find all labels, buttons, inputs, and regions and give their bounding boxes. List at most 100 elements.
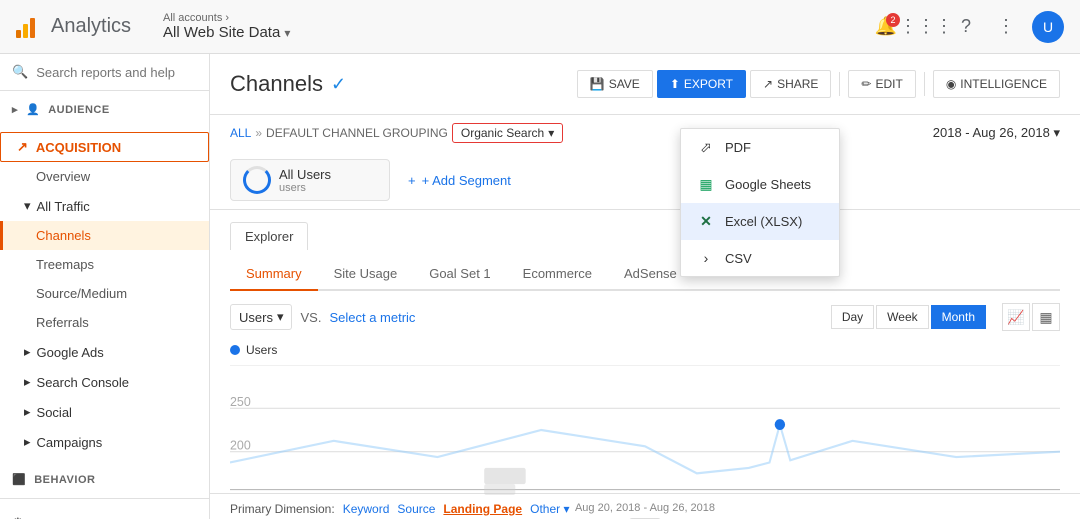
- edit-button[interactable]: ✏ EDIT: [848, 70, 915, 98]
- toolbar-buttons: 💾 SAVE ⬆ EXPORT ↗ SHARE ✏ EDIT: [577, 70, 1060, 98]
- logo[interactable]: [16, 16, 35, 38]
- sidebar-item-search-console[interactable]: ▸ Search Console: [0, 367, 209, 397]
- time-btn-day[interactable]: Day: [831, 305, 874, 329]
- time-buttons: Day Week Month: [831, 305, 986, 329]
- help-button[interactable]: ?: [948, 9, 984, 45]
- breadcrumb-sep-1: »: [255, 126, 262, 140]
- bar-chart-button[interactable]: ▦: [1032, 303, 1060, 331]
- segments-bar: All Users users + + Add Segment: [210, 151, 1080, 210]
- apps-button[interactable]: ⋮⋮⋮: [908, 9, 944, 45]
- edit-icon: ✏: [861, 77, 871, 91]
- account-dropdown-icon: ▾: [284, 26, 290, 40]
- sidebar-item-google-ads[interactable]: ▸ Google Ads: [0, 337, 209, 367]
- chevron-right-icon-sc: ▸: [24, 374, 31, 390]
- breadcrumb-all[interactable]: ALL: [230, 126, 251, 140]
- svg-text:250: 250: [230, 394, 251, 409]
- share-button[interactable]: ↗ SHARE: [750, 70, 831, 98]
- segment-users: users: [279, 182, 331, 194]
- intelligence-button[interactable]: ◉ INTELLIGENCE: [933, 70, 1060, 98]
- audience-icon: 👤: [26, 103, 40, 116]
- chart-svg: 250 200: [230, 365, 1060, 495]
- sidebar-item-audience[interactable]: ▸ 👤 AUDIENCE: [0, 95, 209, 124]
- tab-site-usage[interactable]: Site Usage: [318, 258, 414, 291]
- export-google-sheets-item[interactable]: ▦ Google Sheets: [681, 166, 839, 203]
- export-pdf-item[interactable]: ⬀ PDF: [681, 129, 839, 166]
- sidebar-item-behavior[interactable]: ⬛ BEHAVIOR: [0, 465, 209, 494]
- sidebar-item-acquisition[interactable]: ↗ ACQUISITION: [0, 132, 209, 162]
- verified-icon: ✓: [331, 74, 346, 95]
- apps-grid-icon: ⋮⋮⋮: [899, 16, 953, 37]
- search-box[interactable]: 🔍: [0, 54, 209, 91]
- sidebar-item-campaigns[interactable]: ▸ Campaigns: [0, 427, 209, 457]
- legend-label: Users: [246, 343, 277, 357]
- select-metric-link[interactable]: Select a metric: [329, 310, 415, 325]
- export-button[interactable]: ⬆ EXPORT: [657, 70, 746, 98]
- toolbar-divider: [839, 72, 840, 96]
- export-dropdown: ⬀ PDF ▦ Google Sheets ✕ Excel (XLSX) › C…: [680, 128, 840, 277]
- help-icon: ?: [961, 16, 971, 37]
- chevron-right-icon-campaigns: ▸: [24, 434, 31, 450]
- save-button[interactable]: 💾 SAVE: [577, 70, 653, 98]
- add-segment-button[interactable]: + + Add Segment: [402, 167, 517, 194]
- sidebar-item-referrals[interactable]: Referrals: [0, 308, 209, 337]
- sidebar-section-audience: ▸ 👤 AUDIENCE: [0, 91, 209, 128]
- chart-area: Users 250 200 Aug 20, 2018 - Aug 26, 201: [210, 343, 1080, 493]
- search-input[interactable]: [36, 65, 210, 80]
- plus-icon: +: [408, 173, 416, 188]
- sidebar-item-source-medium[interactable]: Source/Medium: [0, 279, 209, 308]
- sheets-icon: ▦: [697, 176, 715, 193]
- pdf-icon: ⬀: [697, 139, 715, 156]
- chart-controls: Users ▾ VS. Select a metric Day Week Mon…: [210, 291, 1080, 343]
- sidebar-section-acquisition: ↗ ACQUISITION Overview ▾ All Traffic Cha…: [0, 128, 209, 461]
- tab-ecommerce[interactable]: Ecommerce: [507, 258, 608, 291]
- gear-icon: ⚙: [12, 515, 24, 519]
- date-range[interactable]: 2018 - Aug 26, 2018 ▾: [933, 125, 1060, 141]
- sidebar-item-all-traffic[interactable]: ▾ All Traffic: [0, 191, 209, 221]
- chart-legend: Users: [230, 343, 1060, 357]
- time-btn-month[interactable]: Month: [931, 305, 986, 329]
- chevron-right-icon-ads: ▸: [24, 344, 31, 360]
- breadcrumb-grouping: DEFAULT CHANNEL GROUPING: [266, 126, 448, 140]
- sidebar-item-channels[interactable]: Channels: [0, 221, 209, 250]
- explorer-button[interactable]: Explorer: [230, 222, 308, 250]
- logo-bar-2: [23, 24, 28, 38]
- toolbar-divider-2: [924, 72, 925, 96]
- tab-goal-set-1[interactable]: Goal Set 1: [413, 258, 506, 291]
- content-area: Channels ✓ 💾 SAVE ⬆ EXPORT ↗ SHARE: [210, 54, 1080, 519]
- breadcrumb-current[interactable]: Organic Search ▾: [452, 123, 563, 143]
- metric-selector[interactable]: Users ▾: [230, 304, 292, 330]
- all-users-segment: All Users users: [230, 159, 390, 201]
- line-chart-button[interactable]: 📈: [1002, 303, 1030, 331]
- acquisition-icon: ↗: [17, 139, 28, 155]
- content-header: Channels ✓ 💾 SAVE ⬆ EXPORT ↗ SHARE: [210, 54, 1080, 115]
- logo-bars: [16, 16, 35, 38]
- sidebar-item-treemaps[interactable]: Treemaps: [0, 250, 209, 279]
- account-label: All accounts ›: [163, 12, 290, 24]
- segment-label: All Users: [279, 167, 331, 182]
- chevron-right-icon-social: ▸: [24, 404, 31, 420]
- tab-summary[interactable]: Summary: [230, 258, 318, 291]
- explorer-section: Explorer Summary Site Usage Goal Set 1 E…: [210, 210, 1080, 291]
- more-vert-icon: ⋮: [997, 16, 1015, 37]
- header-icons: 🔔 2 ⋮⋮⋮ ? ⋮ U: [868, 9, 1064, 45]
- export-csv-item[interactable]: › CSV: [681, 240, 839, 276]
- csv-icon: ›: [697, 250, 715, 266]
- sidebar-item-overview[interactable]: Overview: [0, 162, 209, 191]
- sidebar: 🔍 ▸ 👤 AUDIENCE ↗ ACQUISITION Overview ▾ …: [0, 54, 210, 519]
- sidebar-bottom: ⚙ ‹: [0, 498, 209, 519]
- save-icon: 💾: [590, 77, 605, 91]
- export-excel-item[interactable]: ✕ Excel (XLSX): [681, 203, 839, 240]
- sub-tabs: Summary Site Usage Goal Set 1 Ecommerce …: [230, 250, 1060, 291]
- search-icon: 🔍: [12, 64, 28, 80]
- breadcrumb: ALL » DEFAULT CHANNEL GROUPING Organic S…: [210, 115, 1080, 151]
- more-options-button[interactable]: ⋮: [988, 9, 1024, 45]
- chart-date-label: Aug 20, 2018 - Aug 26, 2018: [230, 498, 1060, 518]
- time-btn-week[interactable]: Week: [876, 305, 928, 329]
- account-selector[interactable]: All accounts › All Web Site Data ▾: [163, 12, 290, 41]
- excel-icon: ✕: [697, 213, 715, 230]
- sidebar-item-social[interactable]: ▸ Social: [0, 397, 209, 427]
- app-title: Analytics: [51, 15, 131, 38]
- sidebar-item-admin[interactable]: ⚙: [0, 507, 209, 519]
- main-layout: 🔍 ▸ 👤 AUDIENCE ↗ ACQUISITION Overview ▾ …: [0, 54, 1080, 519]
- user-avatar[interactable]: U: [1032, 11, 1064, 43]
